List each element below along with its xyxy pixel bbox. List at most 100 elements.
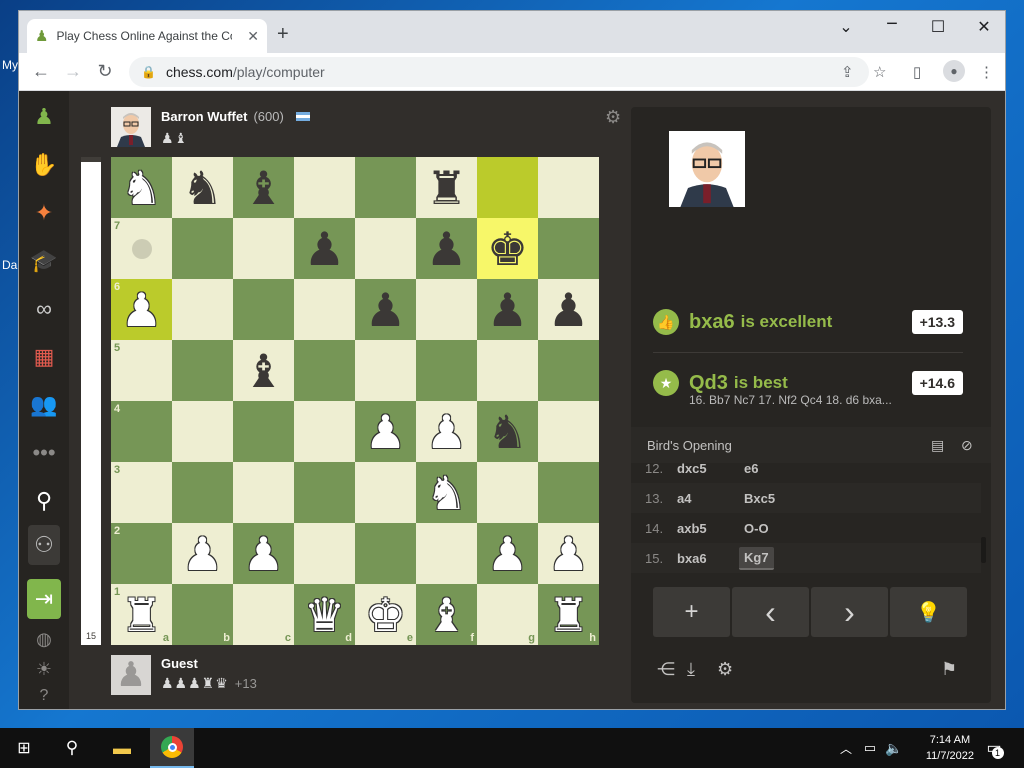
best-line[interactable]: 16. Bb7 Nc7 17. Nf2 Qc4 18. d6 bxa... xyxy=(689,393,909,407)
more-icon[interactable]: ••• xyxy=(28,437,60,469)
square-h5[interactable] xyxy=(538,340,599,401)
opening-name[interactable]: Bird's Opening xyxy=(647,438,732,453)
maximize-button[interactable]: ☐ xyxy=(915,17,961,37)
watch-icon[interactable]: ∞ xyxy=(28,293,60,325)
chrome-taskbar-button[interactable] xyxy=(150,728,194,768)
square-d8[interactable] xyxy=(294,157,355,218)
white-pawn-piece[interactable]: ♟ xyxy=(426,409,467,455)
network-icon[interactable]: ▭ xyxy=(860,728,880,768)
play-icon[interactable]: ✋ xyxy=(28,149,60,181)
black-pawn-piece[interactable]: ♟ xyxy=(548,287,589,333)
new-tab-button[interactable]: + xyxy=(277,23,289,46)
square-d6[interactable] xyxy=(294,279,355,340)
white-rook-piece[interactable]: ♜ xyxy=(548,592,589,638)
download-icon[interactable]: ⤓ xyxy=(687,659,695,680)
square-b5[interactable] xyxy=(172,340,233,401)
chess-logo-icon[interactable]: ♟ xyxy=(28,101,60,133)
square-e3[interactable] xyxy=(355,462,416,523)
square-f6[interactable] xyxy=(416,279,477,340)
square-f3[interactable]: ♞ xyxy=(416,462,477,523)
square-f4[interactable]: ♟ xyxy=(416,401,477,462)
square-b7[interactable] xyxy=(172,218,233,279)
square-c2[interactable]: ♟ xyxy=(233,523,294,584)
white-queen-piece[interactable]: ♛ xyxy=(304,592,345,638)
puzzles-icon[interactable]: ✦ xyxy=(28,197,60,229)
square-g8[interactable] xyxy=(477,157,538,218)
file-explorer-icon[interactable]: ▬ xyxy=(104,728,140,768)
white-move[interactable]: axb5 xyxy=(675,521,739,536)
square-g4[interactable]: ♞ xyxy=(477,401,538,462)
black-king-piece[interactable]: ♚ xyxy=(487,226,528,272)
share-icon[interactable]: ⇪ xyxy=(841,63,854,81)
previous-move-button[interactable]: ‹ xyxy=(732,587,809,637)
square-h3[interactable] xyxy=(538,462,599,523)
search-icon[interactable]: ⚲ xyxy=(54,728,90,768)
scrollbar[interactable] xyxy=(981,537,986,563)
resign-flag-icon[interactable]: ⚑ xyxy=(941,659,957,680)
square-c8[interactable]: ♝ xyxy=(233,157,294,218)
white-pawn-piece[interactable]: ♟ xyxy=(365,409,406,455)
black-move[interactable]: O-O xyxy=(739,518,774,539)
square-g1[interactable]: g xyxy=(477,584,538,645)
square-a6[interactable]: 6 ♟ xyxy=(111,279,172,340)
square-f7[interactable]: ♟ xyxy=(416,218,477,279)
volume-icon[interactable]: 🔈 xyxy=(884,728,904,768)
white-pawn-piece[interactable]: ♟ xyxy=(243,531,284,577)
desktop-icon-label[interactable]: Da xyxy=(2,258,17,272)
news-icon[interactable]: ▦ xyxy=(28,341,60,373)
square-h1[interactable]: h ♜ xyxy=(538,584,599,645)
square-e6[interactable]: ♟ xyxy=(355,279,416,340)
forward-arrow-icon[interactable]: → xyxy=(61,61,85,82)
square-e8[interactable] xyxy=(355,157,416,218)
tab-search-icon[interactable]: ⌄ xyxy=(823,17,869,37)
square-a1[interactable]: 1 a ♜ xyxy=(111,584,172,645)
square-g2[interactable]: ♟ xyxy=(477,523,538,584)
login-icon[interactable]: ⇥ xyxy=(27,579,61,619)
square-g7[interactable]: ♚ xyxy=(477,218,538,279)
square-e4[interactable]: ♟ xyxy=(355,401,416,462)
minimize-button[interactable]: − xyxy=(869,13,915,36)
square-b8[interactable]: ♞ xyxy=(172,157,233,218)
close-icon[interactable]: ✕ xyxy=(247,28,259,45)
square-c5[interactable]: ♝ xyxy=(233,340,294,401)
close-window-button[interactable]: ✕ xyxy=(961,17,1007,37)
white-move[interactable]: bxa6 xyxy=(675,551,739,566)
square-g5[interactable] xyxy=(477,340,538,401)
back-arrow-icon[interactable]: ← xyxy=(29,61,53,82)
black-move[interactable]: e6 xyxy=(739,463,763,479)
square-d4[interactable] xyxy=(294,401,355,462)
square-a3[interactable]: 3 xyxy=(111,462,172,523)
social-icon[interactable]: 👥 xyxy=(28,389,60,421)
browser-tab[interactable]: ♟ Play Chess Online Against the Co ✕ xyxy=(27,19,267,53)
white-bishop-piece[interactable]: ♝ xyxy=(426,592,467,638)
new-game-button[interactable]: + xyxy=(653,587,730,637)
compass-icon[interactable]: ⊘ xyxy=(961,437,973,454)
square-f8[interactable]: ♜ xyxy=(416,157,477,218)
black-knight-piece[interactable]: ♞ xyxy=(487,409,528,455)
reload-icon[interactable]: ↻ xyxy=(93,61,117,82)
white-pawn-piece[interactable]: ♟ xyxy=(548,531,589,577)
square-b1[interactable]: b xyxy=(172,584,233,645)
chess-board[interactable]: ♞ ♞ ♝ ♜ 7 ♟ ♟ ♚ 6 ♟ ♟ ♟ ♟ 5 ♝ 4 ♟ ♟ ♞ 3 ♞ 2 ♟ ♟ ♟ ♟ 1 a ♜ b c d ♛ e ♚ f ♝ g h ♜ xyxy=(111,157,599,645)
notifications-icon[interactable]: ▭1 xyxy=(980,728,1010,768)
address-bar[interactable]: 🔒 chess.com/play/computer xyxy=(129,57,869,87)
desktop-icon-label[interactable]: My xyxy=(2,58,18,72)
share-icon[interactable]: ⋲ xyxy=(657,659,675,680)
square-c4[interactable] xyxy=(233,401,294,462)
square-b2[interactable]: ♟ xyxy=(172,523,233,584)
square-h8[interactable] xyxy=(538,157,599,218)
square-d7[interactable]: ♟ xyxy=(294,218,355,279)
black-pawn-piece[interactable]: ♟ xyxy=(304,226,345,272)
black-rook-piece[interactable]: ♜ xyxy=(426,165,467,211)
gear-icon[interactable]: ⚙ xyxy=(605,107,621,128)
square-g6[interactable]: ♟ xyxy=(477,279,538,340)
help-icon[interactable]: ? xyxy=(28,683,60,709)
square-b6[interactable] xyxy=(172,279,233,340)
add-friend-icon[interactable]: ⚇ xyxy=(28,525,60,565)
square-e1[interactable]: e ♚ xyxy=(355,584,416,645)
square-a2[interactable]: 2 xyxy=(111,523,172,584)
square-h6[interactable]: ♟ xyxy=(538,279,599,340)
white-move[interactable]: a4 xyxy=(675,491,739,506)
hint-button[interactable]: 💡 xyxy=(890,587,967,637)
square-d1[interactable]: d ♛ xyxy=(294,584,355,645)
